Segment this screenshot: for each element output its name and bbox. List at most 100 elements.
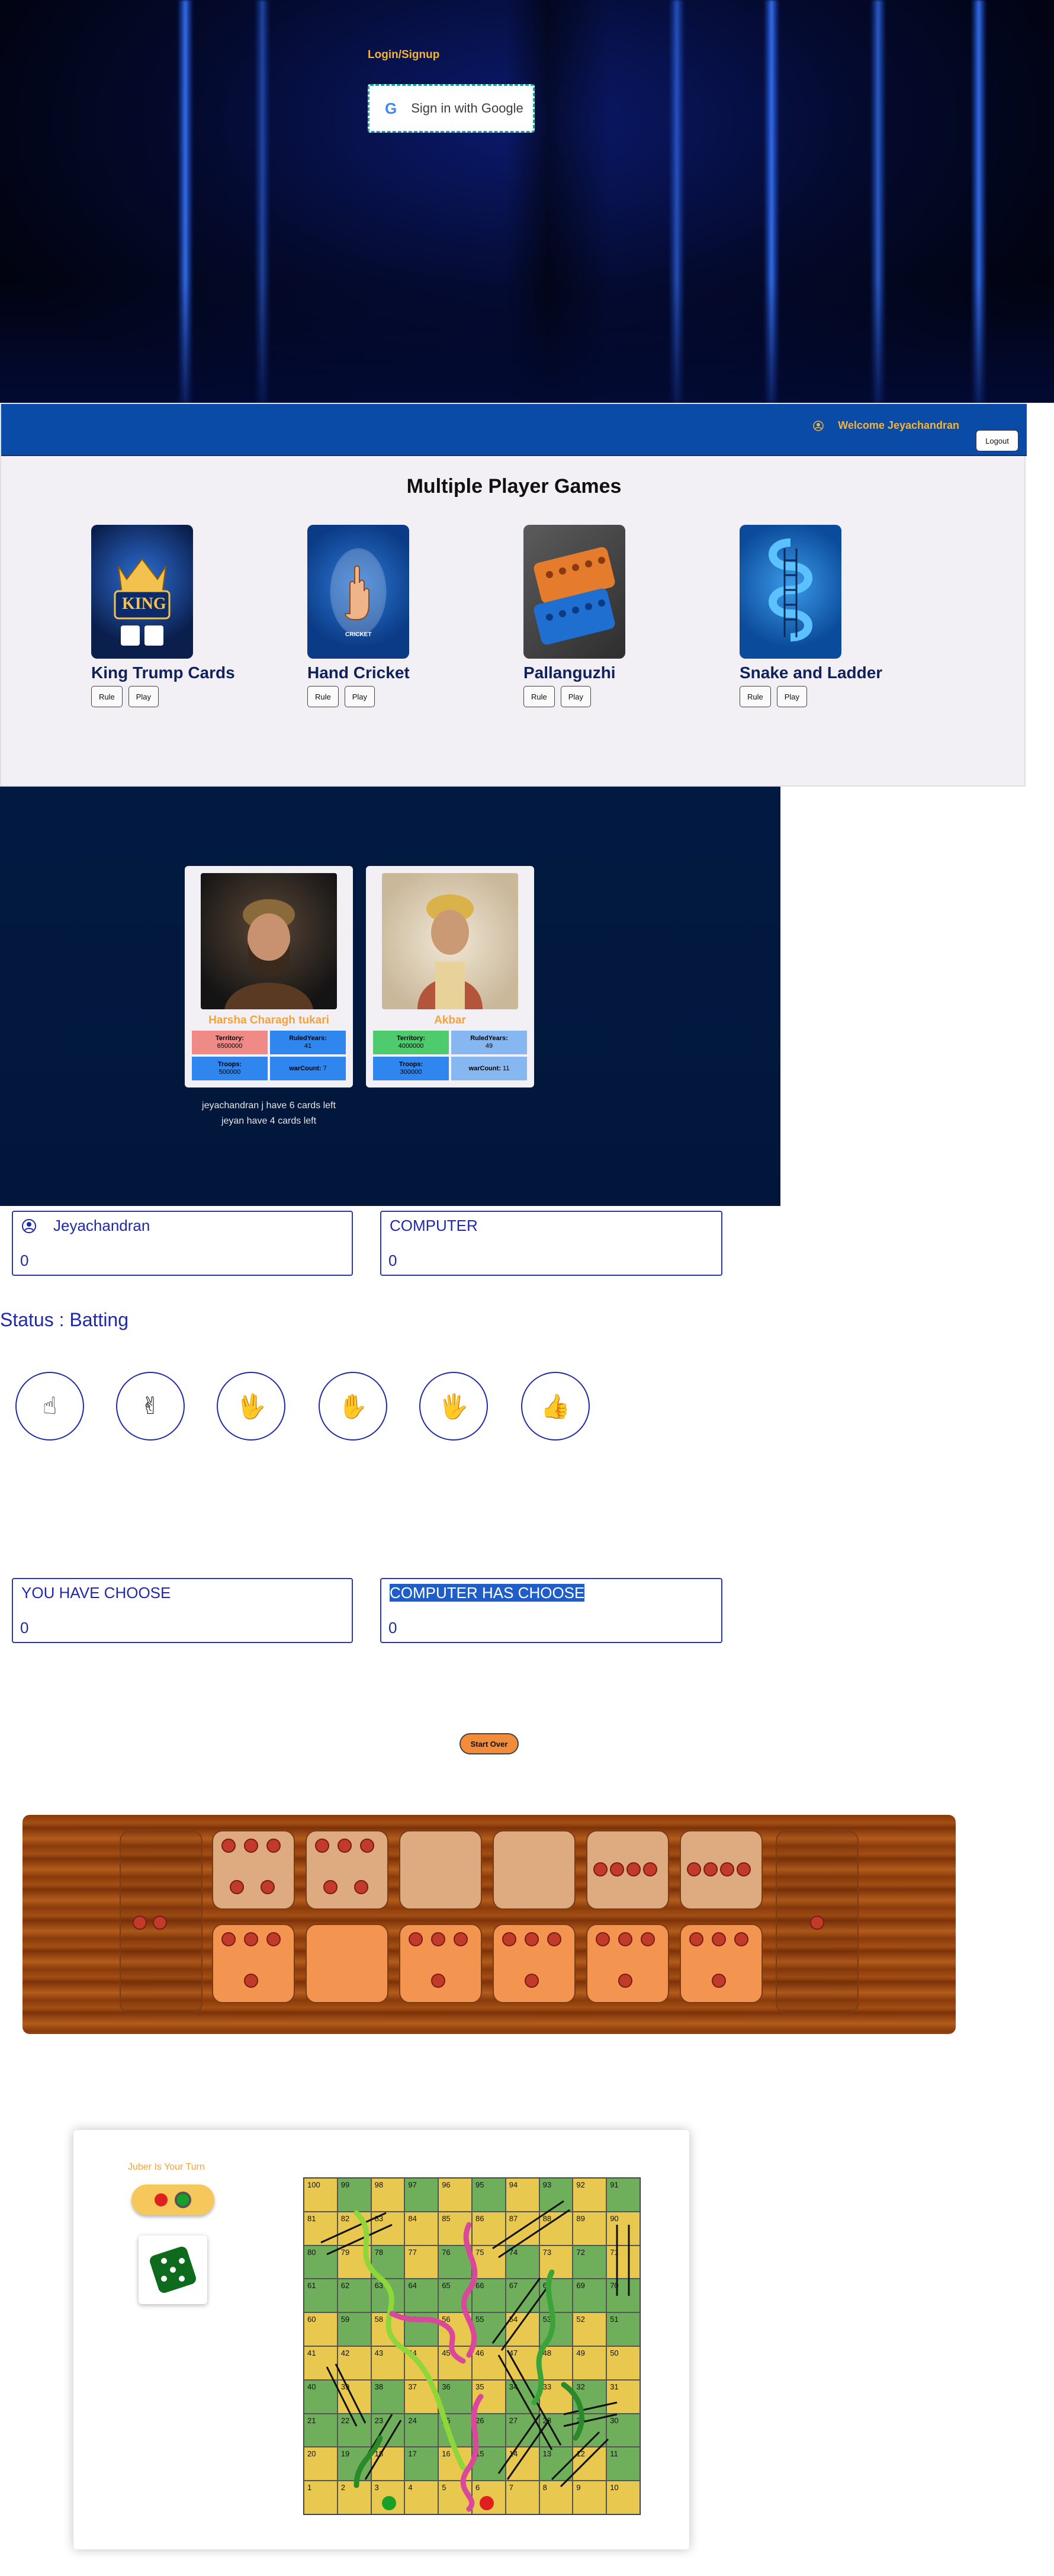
- player-indicator: [131, 2184, 214, 2215]
- seed-icon: [133, 1916, 147, 1930]
- turn-text: Juber Is Your Turn: [128, 2162, 205, 2172]
- seed-icon: [244, 1974, 258, 1988]
- pit[interactable]: [212, 1830, 295, 1910]
- seed-icon: [431, 1932, 445, 1946]
- play-button[interactable]: Play: [776, 686, 808, 707]
- portrait-image: [382, 873, 518, 1009]
- rule-button[interactable]: Rule: [91, 686, 123, 707]
- play-button[interactable]: Play: [560, 686, 592, 707]
- snake-ladder-section: Juber Is Your Turn 100 99 98 97 96 95 94 93 92 91…: [73, 2130, 689, 2549]
- rule-button[interactable]: Rule: [307, 686, 339, 707]
- user-icon: [813, 420, 824, 431]
- seed-icon: [618, 1932, 632, 1946]
- snake-ladder-image[interactable]: [740, 525, 841, 659]
- snake-ladder-icon: [769, 538, 812, 641]
- dice-button[interactable]: [139, 2235, 207, 2304]
- pit[interactable]: [306, 1830, 388, 1910]
- play-button[interactable]: Play: [128, 686, 159, 707]
- hand-cricket-image[interactable]: CRICKET: [307, 525, 409, 659]
- ruled-years-stat[interactable]: RuledYears: 41: [270, 1031, 346, 1054]
- seed-icon: [643, 1862, 657, 1876]
- player-score: 0: [20, 1252, 29, 1269]
- seed-icon: [525, 1974, 539, 1988]
- user-icon: [22, 1218, 36, 1233]
- pallanguzhi-image[interactable]: [523, 525, 625, 659]
- seed-icon: [737, 1862, 751, 1876]
- pit[interactable]: [399, 1830, 482, 1910]
- game-card-king-trump: KING King Trump Cards Rule Play: [91, 525, 245, 707]
- cards-left-line: jeyan have 4 cards left: [221, 1116, 317, 1126]
- seed-icon: [712, 1974, 726, 1988]
- game-name: Pallanguzhi: [523, 663, 616, 682]
- ruled-years-stat[interactable]: RuledYears: 49: [451, 1031, 527, 1054]
- play-button[interactable]: Play: [344, 686, 375, 707]
- hand-four-icon[interactable]: ✋: [319, 1372, 387, 1441]
- territory-stat[interactable]: Territory: 6500000: [192, 1031, 268, 1054]
- seed-icon: [626, 1862, 641, 1876]
- logout-button[interactable]: Logout: [976, 430, 1018, 451]
- seed-icon: [266, 1932, 281, 1946]
- player-card-akbar[interactable]: Akbar Territory: 4000000 RuledYears: 49 Tr…: [366, 866, 534, 1087]
- hand-five-icon[interactable]: 🖐: [419, 1372, 488, 1441]
- start-over-button[interactable]: Start Over: [459, 1733, 519, 1754]
- you-choose-box: YOU HAVE CHOOSE 0: [12, 1578, 353, 1643]
- seed-icon: [593, 1862, 608, 1876]
- game-name: Snake and Ladder: [740, 663, 883, 682]
- red-token-icon: [480, 2496, 494, 2510]
- seed-icon: [221, 1839, 236, 1853]
- pit[interactable]: [212, 1924, 295, 2003]
- seed-icon: [547, 1932, 561, 1946]
- seed-icon: [354, 1880, 368, 1894]
- seed-icon: [153, 1916, 167, 1930]
- page-title: Multiple Player Games: [406, 475, 622, 498]
- hand-three-icon[interactable]: 🖖: [217, 1372, 285, 1441]
- war-count-stat[interactable]: warCount: 7: [270, 1057, 346, 1080]
- rule-button[interactable]: Rule: [523, 686, 555, 707]
- seed-icon: [409, 1932, 423, 1946]
- store-left[interactable]: [120, 1830, 203, 2014]
- hand-thumb-icon[interactable]: 👍: [521, 1372, 590, 1441]
- seed-icon: [502, 1932, 516, 1946]
- google-icon: G: [385, 99, 397, 117]
- territory-stat[interactable]: Territory: 4000000: [373, 1031, 449, 1054]
- pit[interactable]: [493, 1924, 576, 2003]
- seed-icon: [525, 1932, 539, 1946]
- pit[interactable]: [493, 1830, 576, 1910]
- pit[interactable]: [399, 1924, 482, 2003]
- welcome-text: Welcome Jeyachandran: [838, 419, 959, 431]
- seed-icon: [810, 1916, 824, 1930]
- game-name: Hand Cricket: [307, 663, 410, 682]
- you-choose-value: 0: [20, 1619, 29, 1637]
- games-page: Welcome Jeyachandran Logout Multiple Pla…: [0, 403, 1027, 787]
- troops-stat[interactable]: Troops: 300000: [373, 1057, 449, 1080]
- player-score-box: Jeyachandran 0: [12, 1211, 353, 1276]
- hand-one-icon[interactable]: ☝: [15, 1372, 84, 1441]
- seed-icon: [689, 1932, 703, 1946]
- pallanguzhi-board: [23, 1815, 956, 2034]
- pit[interactable]: [586, 1830, 669, 1910]
- seed-icon: [610, 1862, 624, 1876]
- pit[interactable]: [680, 1830, 763, 1910]
- game-card-hand-cricket: CRICKET Hand Cricket Rule Play: [307, 525, 461, 707]
- seed-icon: [244, 1839, 258, 1853]
- player-card-harsha[interactable]: Harsha Charagh tukari Territory: 6500000 …: [185, 866, 353, 1087]
- computer-choose-label: COMPUTER HAS CHOOSE: [390, 1584, 585, 1602]
- pit[interactable]: [306, 1924, 388, 2003]
- floor-glow: [0, 278, 1054, 403]
- seed-icon: [221, 1932, 236, 1946]
- pit[interactable]: [586, 1924, 669, 2003]
- war-count-stat[interactable]: warCount: 11: [451, 1057, 527, 1080]
- rule-button[interactable]: Rule: [740, 686, 771, 707]
- seed-icon: [230, 1880, 244, 1894]
- seed-icon: [431, 1974, 445, 1988]
- computer-choose-value: 0: [388, 1619, 397, 1637]
- google-signin-button[interactable]: G Sign in with Google: [368, 84, 535, 133]
- store-right[interactable]: [776, 1830, 859, 2014]
- troops-stat[interactable]: Troops: 500000: [192, 1057, 268, 1080]
- hand-two-icon[interactable]: ✌: [116, 1372, 185, 1441]
- seed-icon: [244, 1932, 258, 1946]
- you-choose-label: YOU HAVE CHOOSE: [21, 1584, 171, 1602]
- pit[interactable]: [680, 1924, 763, 2003]
- player-name: Akbar: [434, 1014, 466, 1026]
- king-trump-image[interactable]: KING: [91, 525, 193, 659]
